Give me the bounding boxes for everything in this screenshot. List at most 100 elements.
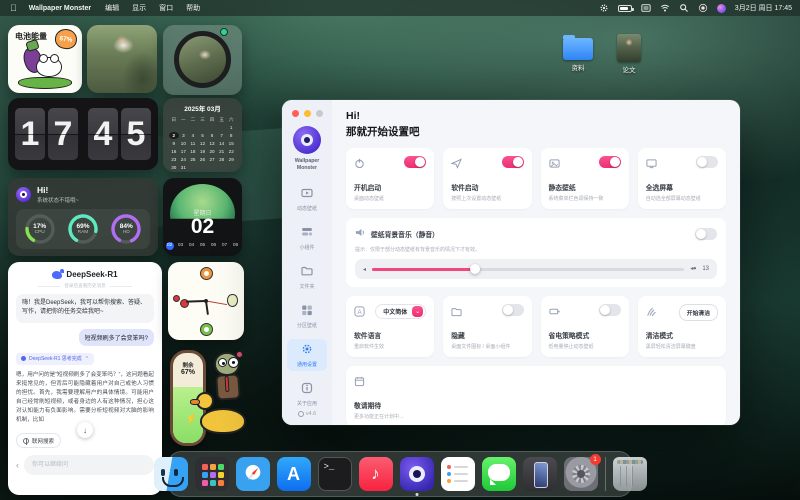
calendar-day[interactable]: [217, 124, 227, 131]
calendar-day[interactable]: 1: [226, 124, 236, 131]
thinking-status-chip[interactable]: DeepSeek-R1 思考完成 ⌃: [16, 353, 94, 365]
calendar-day[interactable]: 2: [169, 132, 179, 139]
siri-icon[interactable]: [717, 4, 726, 13]
calendar-day[interactable]: 15: [226, 140, 236, 147]
battery-zombie-widget[interactable]: 剩余 67% ⚡: [170, 346, 256, 456]
close-button[interactable]: [292, 110, 299, 117]
back-chevron-icon[interactable]: ‹: [16, 460, 19, 470]
menu-extra-app-icon[interactable]: [698, 3, 708, 13]
circle-photo-widget[interactable]: [163, 25, 242, 95]
volume-slider-thumb[interactable]: [470, 264, 480, 274]
minimize-button[interactable]: [304, 110, 311, 117]
calendar-day[interactable]: 13: [207, 140, 217, 147]
search-icon[interactable]: [679, 3, 689, 13]
sidebar-item-小组件[interactable]: 小组件: [287, 222, 327, 254]
menubar-clock[interactable]: 3月2日 周日 17:45: [735, 3, 792, 13]
calendar-day[interactable]: 20: [207, 148, 217, 155]
开机启动-toggle[interactable]: [404, 156, 426, 168]
sidebar-item-文件夹[interactable]: 文件夹: [287, 261, 327, 293]
wifi-icon[interactable]: [660, 3, 670, 13]
volume-low-icon[interactable]: ◂: [363, 266, 366, 273]
calendar-day[interactable]: 17: [179, 148, 189, 155]
calendar-day[interactable]: [169, 124, 179, 131]
dock-icon-iphone-mirroring[interactable]: [523, 457, 557, 491]
calendar-day[interactable]: 16: [169, 148, 179, 155]
dock-icon-safari[interactable]: [236, 457, 270, 491]
calendar-day[interactable]: 3: [179, 132, 189, 139]
dock-icon-wallpaper-monster[interactable]: [400, 457, 434, 491]
calendar-day[interactable]: 23: [169, 156, 179, 163]
menu-item[interactable]: 显示: [132, 3, 146, 13]
calendar-day[interactable]: 6: [207, 132, 217, 139]
calendar-day[interactable]: 26: [198, 156, 208, 163]
language-select[interactable]: 中文简体⌄: [375, 304, 426, 319]
calendar-day[interactable]: 30: [169, 164, 179, 171]
menubar-app-name[interactable]: Wallpaper Monster: [29, 5, 91, 12]
calendar-day[interactable]: 28: [217, 156, 227, 163]
sidebar-item-关于应用[interactable]: 关于应用: [287, 378, 327, 410]
cartoon-clock-widget[interactable]: [168, 262, 244, 340]
calendar-day[interactable]: 29: [226, 156, 236, 163]
sidebar-item-动态壁纸[interactable]: 动态壁纸: [287, 183, 327, 215]
calendar-day[interactable]: 24: [179, 156, 189, 163]
calendar-day[interactable]: 14: [217, 140, 227, 147]
calendar-day[interactable]: [207, 124, 217, 131]
flip-clock-widget[interactable]: 1745: [8, 98, 158, 170]
dock-icon-launchpad[interactable]: [195, 457, 229, 491]
deepseek-widget[interactable]: DeepSeek-R1 登录后查看历史消息 嗨！我是DeepSeek，我可以帮你…: [8, 262, 162, 495]
calendar-day[interactable]: 5: [198, 132, 208, 139]
gear-menu-icon[interactable]: [599, 3, 609, 13]
calendar-day[interactable]: 4: [188, 132, 198, 139]
calendar-day[interactable]: 19: [198, 148, 208, 155]
静态壁纸-toggle[interactable]: [599, 156, 621, 168]
calendar-day[interactable]: 10: [179, 140, 189, 147]
zoom-button[interactable]: [316, 110, 323, 117]
dock-icon-trash[interactable]: [613, 457, 647, 491]
calendar-day[interactable]: 9: [169, 140, 179, 147]
calendar-day[interactable]: 7: [217, 132, 227, 139]
web-search-chip[interactable]: 联网搜索: [16, 433, 61, 448]
全选屏幕-toggle[interactable]: [696, 156, 718, 168]
calendar-day[interactable]: 31: [179, 164, 189, 171]
calendar-day[interactable]: 18: [188, 148, 198, 155]
system-status-widget[interactable]: Hi! 系统状态不错哦~ 17% CPU 69% RAM 84% HD: [8, 178, 158, 256]
menu-item[interactable]: 窗口: [159, 3, 173, 13]
dock-icon-music[interactable]: [359, 457, 393, 491]
music-toggle[interactable]: [695, 228, 717, 240]
desktop-icon-folder[interactable]: 资料: [556, 38, 600, 72]
dock-icon-reminders[interactable]: [441, 457, 475, 491]
软件启动-toggle[interactable]: [502, 156, 524, 168]
省电策略模式-toggle[interactable]: [599, 304, 621, 316]
dock-icon-finder[interactable]: [154, 457, 188, 491]
start-clean-button[interactable]: 开始清洁: [679, 304, 718, 321]
dock-icon-settings[interactable]: 1: [564, 457, 598, 491]
apple-menu-icon[interactable]: : [10, 0, 17, 16]
date-widget[interactable]: 星期日 02 02030405060708: [163, 178, 242, 256]
calendar-day[interactable]: 12: [198, 140, 208, 147]
menu-item[interactable]: 帮助: [186, 3, 200, 13]
battery-status-icon[interactable]: [618, 5, 632, 12]
calendar-widget[interactable]: 2025年 03月 日一二三四五六12345678910111213141516…: [163, 98, 242, 172]
隐藏-toggle[interactable]: [502, 304, 524, 316]
volume-slider[interactable]: [372, 268, 684, 271]
menu-item[interactable]: 编辑: [105, 3, 119, 13]
battery-art-widget[interactable]: 电池能量 67%: [8, 25, 82, 93]
scroll-down-button[interactable]: ↓: [77, 422, 93, 438]
calendar-day[interactable]: [188, 124, 198, 131]
dock-icon-terminal[interactable]: [318, 457, 352, 491]
calendar-day[interactable]: [179, 124, 189, 131]
dock-icon-app-store[interactable]: [277, 457, 311, 491]
calendar-day[interactable]: 27: [207, 156, 217, 163]
deepseek-input[interactable]: [24, 455, 154, 475]
calendar-day[interactable]: 8: [226, 132, 236, 139]
calendar-day[interactable]: [198, 124, 208, 131]
sidebar-item-通用设置[interactable]: 通用设置: [287, 339, 327, 371]
input-source-icon[interactable]: [641, 3, 651, 13]
calendar-day[interactable]: 22: [226, 148, 236, 155]
calendar-day[interactable]: 25: [188, 156, 198, 163]
dock-icon-messages[interactable]: [482, 457, 516, 491]
desktop-icon-file[interactable]: 论文: [607, 34, 651, 74]
volume-high-icon[interactable]: ◂⦁: [690, 265, 696, 273]
calendar-day[interactable]: 11: [188, 140, 198, 147]
photo-widget[interactable]: [87, 25, 157, 93]
